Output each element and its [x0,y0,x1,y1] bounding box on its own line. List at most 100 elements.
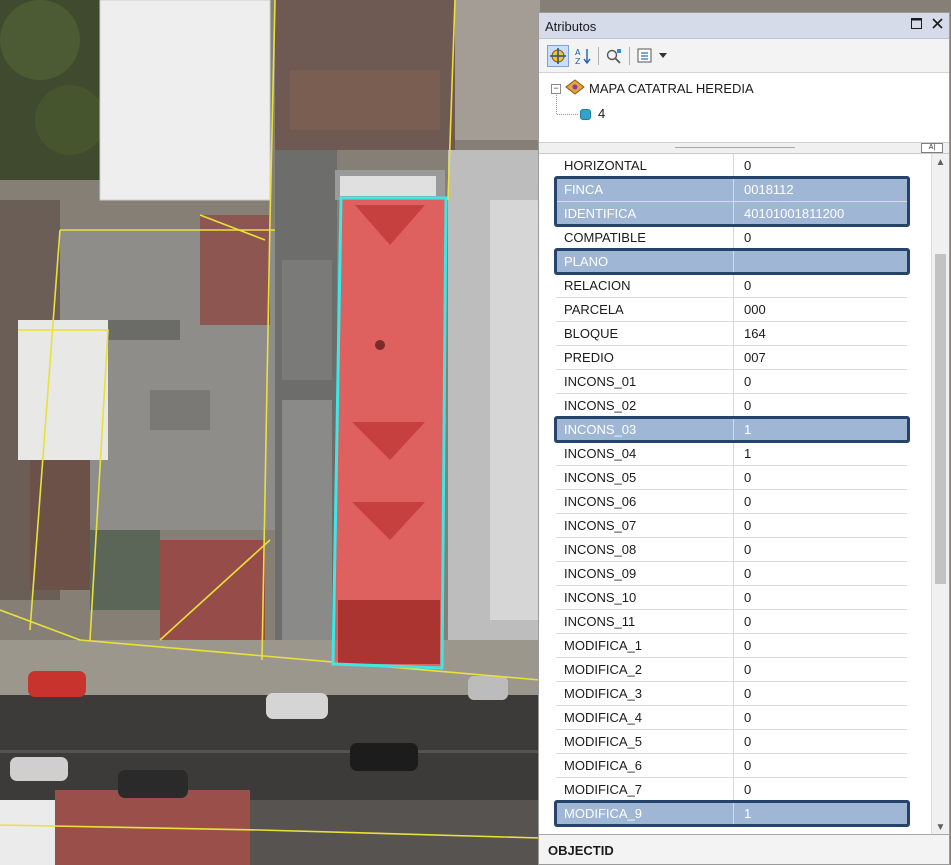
feature-icon [580,109,591,120]
attribute-row[interactable]: INCONS_07 0 [556,514,907,538]
attribute-row[interactable]: INCONS_05 0 [556,466,907,490]
collapse-icon[interactable]: − [551,84,561,94]
attribute-value[interactable]: 0 [744,682,906,705]
attribute-value[interactable]: 1 [744,442,906,465]
attribute-field-name: INCONS_04 [556,442,734,465]
attribute-row[interactable]: INCONS_09 0 [556,562,907,586]
attribute-row[interactable]: INCONS_10 0 [556,586,907,610]
attribute-value[interactable]: 0 [744,514,906,537]
attribute-field-name: INCONS_07 [556,514,734,537]
attribute-field-name: INCONS_08 [556,538,734,561]
attribute-field-name: MODIFICA_5 [556,730,734,753]
attribute-row[interactable]: INCONS_06 0 [556,490,907,514]
attribute-value[interactable]: 0 [744,610,906,633]
attribute-value[interactable]: 1 [744,802,906,825]
attribute-grid: HORIZONTAL 0 FINCA 0018112 IDENTIFICA 4010100… [539,153,949,835]
attribute-row[interactable]: FINCA 0018112 [556,178,907,202]
attribute-row[interactable]: MODIFICA_3 0 [556,682,907,706]
attribute-row[interactable]: PARCELA 000 [556,298,907,322]
attribute-row[interactable]: MODIFICA_7 0 [556,778,907,802]
attribute-value[interactable]: 0 [744,706,906,729]
attribute-row[interactable]: RELACION 0 [556,274,907,298]
attribute-value[interactable]: 007 [744,346,906,369]
attribute-row[interactable]: PREDIO 007 [556,346,907,370]
attribute-value[interactable]: 0 [744,754,906,777]
field-description-bar: OBJECTID [539,834,949,864]
feature-id[interactable]: 4 [598,106,605,121]
dropdown-arrow-icon[interactable] [656,45,670,67]
attribute-field-name: RELACION [556,274,734,297]
attribute-row[interactable]: INCONS_04 1 [556,442,907,466]
svg-text:A: A [575,48,581,57]
attribute-field-name: INCONS_10 [556,586,734,609]
attribute-value[interactable]: 0 [744,490,906,513]
attribute-value[interactable]: 1 [744,418,906,441]
attribute-value[interactable]: 0 [744,466,906,489]
attribute-value[interactable]: 0 [744,538,906,561]
attribute-field-name: PLANO [556,250,734,273]
attribute-field-name: MODIFICA_1 [556,634,734,657]
attribute-value[interactable]: 0 [744,394,906,417]
layer-name[interactable]: MAPA CATATRAL HEREDIA [589,81,754,96]
attribute-row[interactable]: BLOQUE 164 [556,322,907,346]
attribute-row[interactable]: MODIFICA_2 0 [556,658,907,682]
panel-splitter[interactable]: A| [539,143,949,153]
zoom-to-icon[interactable] [603,45,625,67]
attribute-value[interactable]: 0 [744,634,906,657]
feature-tree: − MAPA CATATRAL HEREDIA 4 [539,73,949,143]
attribute-row[interactable]: HORIZONTAL 0 [556,154,907,178]
vertical-scrollbar[interactable]: ▲ ▼ [931,154,949,835]
attribute-field-name: IDENTIFICA [556,202,734,225]
attribute-row[interactable]: INCONS_03 1 [556,418,907,442]
attribute-value[interactable]: 0 [744,658,906,681]
close-icon[interactable] [932,17,943,32]
attribute-value[interactable]: 0 [744,370,906,393]
field-description-label: OBJECTID [548,843,614,858]
attribute-value[interactable]: 0 [744,586,906,609]
attribute-field-name: INCONS_03 [556,418,734,441]
attribute-row[interactable]: INCONS_08 0 [556,538,907,562]
attribute-table: HORIZONTAL 0 FINCA 0018112 IDENTIFICA 4010100… [556,154,907,826]
attribute-value[interactable]: 000 [744,298,906,321]
attribute-value[interactable]: 0018112 [744,178,906,201]
attribute-value[interactable]: 0 [744,274,906,297]
attribute-field-name: MODIFICA_7 [556,778,734,801]
attribute-value[interactable]: 40101001811200 [744,202,906,225]
tree-connector [556,95,578,115]
attribute-field-name: INCONS_02 [556,394,734,417]
scroll-down-icon[interactable]: ▼ [932,819,949,835]
svg-text:Z: Z [575,57,581,65]
attribute-row[interactable]: MODIFICA_6 0 [556,754,907,778]
scroll-up-icon[interactable]: ▲ [932,154,949,171]
panel-titlebar[interactable]: Atributos [539,13,949,39]
attribute-row[interactable]: MODIFICA_9 1 [556,802,907,826]
attribute-row[interactable]: INCONS_02 0 [556,394,907,418]
attribute-field-name: INCONS_11 [556,610,734,633]
attribute-row[interactable]: IDENTIFICA 40101001811200 [556,202,907,226]
attribute-row[interactable]: INCONS_01 0 [556,370,907,394]
attribute-value[interactable]: 0 [744,778,906,801]
attribute-value[interactable]: 0 [744,730,906,753]
attribute-row[interactable]: MODIFICA_1 0 [556,634,907,658]
attribute-field-name: BLOQUE [556,322,734,345]
attribute-row[interactable]: MODIFICA_4 0 [556,706,907,730]
attribute-value[interactable]: 0 [744,226,906,249]
attribute-row[interactable]: COMPATIBLE 0 [556,226,907,250]
attribute-field-name: MODIFICA_3 [556,682,734,705]
attribute-row[interactable]: PLANO [556,250,907,274]
attribute-row[interactable]: MODIFICA_5 0 [556,730,907,754]
options-menu-icon[interactable] [634,45,656,67]
attribute-field-name: COMPATIBLE [556,226,734,249]
attribute-value[interactable]: 0 [744,154,906,177]
attribute-value[interactable]: 164 [744,322,906,345]
attribute-value[interactable]: 0 [744,562,906,585]
view-toggle-icon[interactable]: A| [921,143,943,153]
sort-az-icon[interactable]: AZ [572,45,594,67]
attribute-field-name: PARCELA [556,298,734,321]
identify-icon[interactable] [547,45,569,67]
attribute-field-name: MODIFICA_9 [556,802,734,825]
maximize-icon[interactable] [911,17,923,32]
attribute-value[interactable] [744,250,906,273]
scroll-thumb[interactable] [935,254,946,584]
attribute-row[interactable]: INCONS_11 0 [556,610,907,634]
